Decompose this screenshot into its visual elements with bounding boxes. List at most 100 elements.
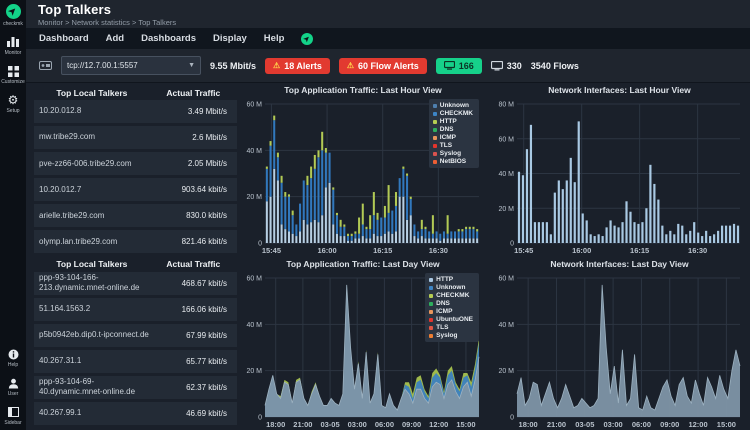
svg-text:60 M: 60 M xyxy=(246,276,262,283)
svg-text:16:00: 16:00 xyxy=(317,246,336,255)
legend-item: Unknown xyxy=(432,102,473,109)
sidebar-item-customize[interactable]: Customize xyxy=(0,65,26,85)
svg-text:18:00: 18:00 xyxy=(519,420,538,429)
svg-text:18:00: 18:00 xyxy=(266,420,285,429)
legend-color-dot xyxy=(432,119,437,124)
host-name[interactable]: ppp-93-104-69-40.dynamic.mnet-online.de xyxy=(34,377,150,398)
svg-text:60 M: 60 M xyxy=(498,276,514,283)
svg-text:12:00: 12:00 xyxy=(688,420,707,429)
traffic-value: 903.64 kbit/s xyxy=(181,185,227,195)
menu-item-display[interactable]: Display xyxy=(213,33,247,44)
legend-label: Syslog xyxy=(439,150,462,157)
host-name[interactable]: ppp-93-104-166-213.dynamic.mnet-online.d… xyxy=(34,273,150,294)
legend-color-dot xyxy=(429,309,434,314)
svg-text:20 M: 20 M xyxy=(498,368,514,375)
sidebar-item-monitor[interactable]: Monitor xyxy=(0,36,26,56)
traffic-value: 166.06 kbit/s xyxy=(181,304,227,314)
legend-label: HTTP xyxy=(439,118,457,125)
source-select-value: tcp://12.7.00.1:5557 xyxy=(67,61,138,70)
table-row[interactable]: p5b0942eb.dip0.t-ipconnect.de 67.99 kbit/… xyxy=(34,323,237,347)
table-row[interactable]: olymp.lan.tribe29.com 821.46 kbit/s xyxy=(34,230,237,254)
menu-item-dashboard[interactable]: Dashboard xyxy=(39,33,89,44)
chart-legend: HTTP Unknown CHECKMK DNS ICMP UbuntuONE TLS Sys… xyxy=(425,273,479,342)
svg-text:03-05: 03-05 xyxy=(575,420,594,429)
table-header: Top Local Talkers Actual Traffic xyxy=(34,85,237,100)
capture-source-icon xyxy=(39,60,52,71)
bandwidth-value: 9.55 Mbit/s xyxy=(210,60,257,71)
sidebar-item-setup[interactable]: ⚙ Setup xyxy=(0,93,26,114)
checkmk-menu-icon[interactable]: ➤ xyxy=(301,32,314,45)
dashboard-content: Top Local Talkers Actual Traffic 10.20.012… xyxy=(26,82,750,430)
menu-item-add[interactable]: Add xyxy=(106,33,124,44)
user-icon xyxy=(7,377,20,389)
host-name[interactable]: 51.164.1563.2 xyxy=(34,304,150,314)
column-header: Actual Traffic xyxy=(166,259,221,269)
table-row[interactable]: 40.267.99.1 46.69 kbit/s xyxy=(34,401,237,425)
svg-text:40 M: 40 M xyxy=(498,322,514,329)
legend-item: UbuntuONE xyxy=(429,316,473,323)
legend-label: Syslog xyxy=(436,332,458,339)
legend-item: CHECKMK xyxy=(432,110,473,117)
network-interfaces-day-chart: 0 20 M 40 M 60 M 18:00 21:00 03-05 03:00 06:00 09… xyxy=(498,276,741,429)
bar-chart-icon xyxy=(7,36,20,48)
svg-text:16:30: 16:30 xyxy=(429,246,448,255)
traffic-value: 3.49 Mbit/s xyxy=(187,107,227,117)
host-name[interactable]: mw.tribe29.com xyxy=(34,132,150,142)
svg-text:21:00: 21:00 xyxy=(547,420,566,429)
svg-text:15:45: 15:45 xyxy=(262,246,281,255)
sidebar-item-help[interactable]: Help xyxy=(0,348,26,368)
table-row[interactable]: mw.tribe29.com 2.6 Mbit/s xyxy=(34,126,237,150)
chart-legend: Unknown CHECKMK HTTP DNS ICMP TLS Syslog NetBIO… xyxy=(428,99,479,168)
host-name[interactable]: 40.267.31.1 xyxy=(34,356,150,366)
host-name[interactable]: olymp.lan.tribe29.com xyxy=(34,237,150,247)
svg-text:16:00: 16:00 xyxy=(572,246,591,255)
table-row[interactable]: 40.267.31.1 65.77 kbit/s xyxy=(34,349,237,373)
traffic-value: 65.77 kbit/s xyxy=(186,356,227,366)
table-row[interactable]: 10.20.012.7 903.64 kbit/s xyxy=(34,178,237,202)
status-toolbar: tcp://12.7.00.1:5557 ▼ 9.55 Mbit/s ⚠ 18 … xyxy=(26,49,750,83)
legend-color-dot xyxy=(432,127,437,132)
host-name[interactable]: 10.20.012.7 xyxy=(34,185,150,195)
svg-text:15:00: 15:00 xyxy=(456,420,475,429)
host-name[interactable]: 10.20.012.8 xyxy=(34,106,150,116)
table-row[interactable]: 51.164.1563.2 166.06 kbit/s xyxy=(34,297,237,321)
legend-item: DNS xyxy=(429,300,473,307)
breadcrumb[interactable]: Monitor > Network statistics > Top Talke… xyxy=(38,18,750,27)
source-select[interactable]: tcp://12.7.00.1:5557 ▼ xyxy=(61,56,201,75)
warning-icon: ⚠ xyxy=(346,61,355,70)
sidebar-item-sidebar-toggle[interactable]: Sidebar xyxy=(0,406,26,426)
svg-text:60 M: 60 M xyxy=(498,136,514,143)
host-name[interactable]: arielle.tribe29.com xyxy=(34,211,150,221)
table-row[interactable]: ppp-93-104-69-40.dynamic.mnet-online.de 6… xyxy=(34,375,237,399)
svg-text:20 M: 20 M xyxy=(498,206,514,213)
svg-text:40 M: 40 M xyxy=(498,171,514,178)
svg-text:12:00: 12:00 xyxy=(429,420,448,429)
table-row[interactable]: ppp-93-104-166-213.dynamic.mnet-online.d… xyxy=(34,271,237,295)
menu-item-help[interactable]: Help xyxy=(264,33,285,44)
host-name[interactable]: 40.267.99.1 xyxy=(34,408,150,418)
app-traffic-hour-panel: Top Application Traffic: Last Hour View … xyxy=(237,82,489,256)
legend-label: TLS xyxy=(439,142,453,149)
svg-text:40 M: 40 M xyxy=(246,148,262,155)
table-row[interactable]: pve-zz66-006.tribe29.com 2.05 Mbit/s xyxy=(34,152,237,176)
legend-item: ICMP xyxy=(429,308,473,315)
legend-color-dot xyxy=(429,325,434,330)
flow-alerts-badge[interactable]: ⚠ 60 Flow Alerts xyxy=(338,57,427,74)
svg-text:09:00: 09:00 xyxy=(660,420,679,429)
traffic-value: 46.69 kbit/s xyxy=(186,408,227,418)
legend-item: ICMP xyxy=(432,134,473,141)
sidebar-item-brand[interactable]: ➤ checkmk xyxy=(0,4,26,27)
menu-item-dashboards[interactable]: Dashboards xyxy=(141,33,196,44)
legend-label: ICMP xyxy=(436,308,453,315)
host-name[interactable]: pve-zz66-006.tribe29.com xyxy=(34,159,150,169)
traffic-value: 67.99 kbit/s xyxy=(186,330,227,340)
alerts-badge[interactable]: ⚠ 18 Alerts xyxy=(265,57,330,74)
host-name[interactable]: p5b0942eb.dip0.t-ipconnect.de xyxy=(34,330,150,340)
gear-icon: ⚙ xyxy=(7,93,19,107)
checkmk-logo-icon: ➤ xyxy=(5,4,21,19)
sidebar-item-user[interactable]: User xyxy=(0,377,26,397)
table-row[interactable]: arielle.tribe29.com 830.0 kbit/s xyxy=(34,204,237,228)
title-bar: Top Talkers Monitor > Network statistics… xyxy=(26,0,750,28)
legend-color-dot xyxy=(429,285,434,290)
table-row[interactable]: 10.20.012.8 3.49 Mbit/s xyxy=(34,100,237,124)
